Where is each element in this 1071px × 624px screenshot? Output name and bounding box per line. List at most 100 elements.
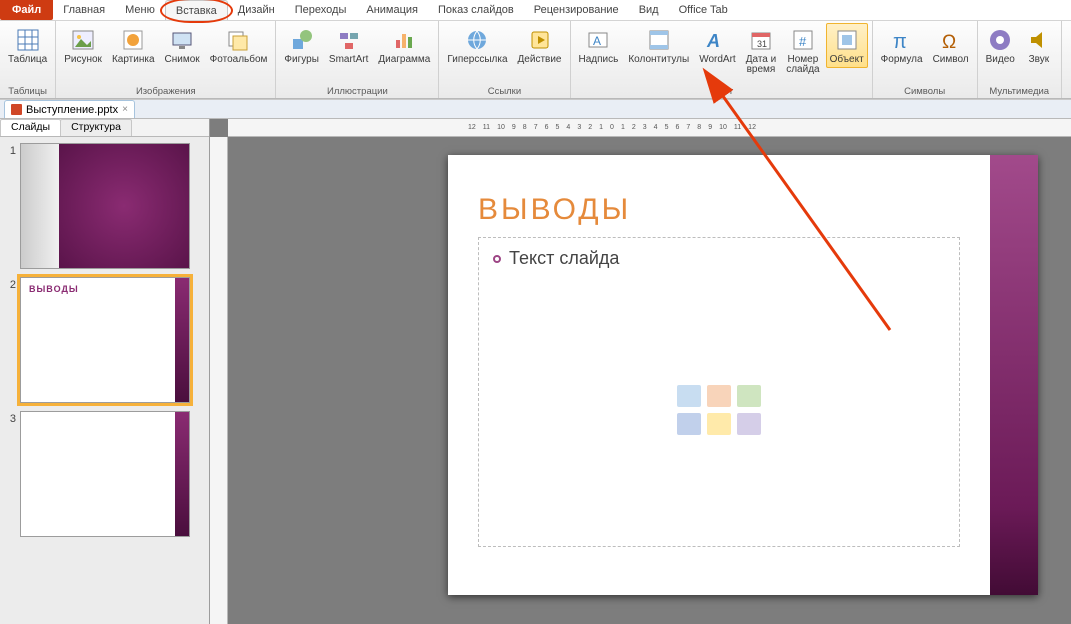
annotation-circle bbox=[160, 0, 233, 23]
panel-tab-структура[interactable]: Структура bbox=[60, 119, 132, 136]
textbox-icon: A bbox=[584, 26, 612, 54]
group-label: Символы bbox=[904, 84, 945, 98]
hyperlink-button[interactable]: Гиперссылка bbox=[443, 23, 511, 68]
hyperlink-icon bbox=[463, 26, 491, 54]
insert-picture-icon[interactable] bbox=[677, 413, 701, 435]
slide-thumbnails: 12ВЫВОДЫ3 bbox=[0, 137, 209, 624]
smartart-button-label: SmartArt bbox=[329, 55, 368, 65]
ribbon-group-изображения: РисунокКартинкаСнимокФотоальбом Изображен… bbox=[56, 21, 276, 98]
audio-icon bbox=[1025, 26, 1053, 54]
photoalbum-icon bbox=[225, 26, 253, 54]
slidenum-button-label: Номерслайда bbox=[786, 55, 819, 75]
slide-thumbnail-3[interactable] bbox=[20, 411, 190, 537]
screenshot-icon bbox=[168, 26, 196, 54]
video-button[interactable]: Видео bbox=[982, 23, 1019, 68]
panel-tab-слайды[interactable]: Слайды bbox=[0, 119, 61, 136]
tab-дизайн[interactable]: Дизайн bbox=[228, 0, 285, 20]
document-tab-bar: Выступление.pptx × bbox=[0, 99, 1071, 119]
workspace: СлайдыСтруктура 12ВЫВОДЫ3 12111098765432… bbox=[0, 119, 1071, 624]
slide-title[interactable]: Выводы bbox=[478, 193, 960, 227]
clipart-button[interactable]: Картинка bbox=[108, 23, 159, 68]
slidenum-icon: # bbox=[789, 26, 817, 54]
chart-button-label: Диаграмма bbox=[378, 55, 430, 65]
tab-рецензирование[interactable]: Рецензирование bbox=[524, 0, 629, 20]
tab-показ слайдов[interactable]: Показ слайдов bbox=[428, 0, 524, 20]
svg-text:A: A bbox=[706, 31, 720, 51]
content-placeholder-icons[interactable] bbox=[677, 385, 761, 435]
screenshot-button[interactable]: Снимок bbox=[161, 23, 204, 68]
slidenum-button[interactable]: # Номерслайда bbox=[782, 23, 823, 78]
edit-area: 1211109876543210123456789101112 Выводы Т… bbox=[210, 119, 1071, 624]
video-icon bbox=[986, 26, 1014, 54]
table-button-label: Таблица bbox=[8, 55, 47, 65]
table-button[interactable]: Таблица bbox=[4, 23, 51, 68]
tab-меню[interactable]: Меню bbox=[115, 0, 165, 20]
textbox-button-label: Надпись bbox=[579, 55, 619, 65]
insert-table-icon[interactable] bbox=[677, 385, 701, 407]
action-icon bbox=[526, 26, 554, 54]
insert-clipart-icon[interactable] bbox=[707, 413, 731, 435]
audio-button-label: Звук bbox=[1029, 55, 1050, 65]
smartart-icon bbox=[335, 26, 363, 54]
panel-tabs: СлайдыСтруктура bbox=[0, 119, 209, 137]
ruler-horizontal: 1211109876543210123456789101112 bbox=[228, 119, 1071, 137]
symbol-button[interactable]: ΩСимвол bbox=[929, 23, 973, 68]
thumb-row: 1 bbox=[6, 143, 203, 269]
object-button-label: Объект bbox=[830, 55, 864, 65]
thumb-number: 1 bbox=[6, 143, 20, 157]
clipart-icon bbox=[119, 26, 147, 54]
textbox-button[interactable]: AНадпись bbox=[575, 23, 623, 68]
ribbon-group-символы: πФормулаΩСимволСимволы bbox=[873, 21, 978, 98]
file-tab[interactable]: Файл bbox=[0, 0, 53, 20]
datetime-icon: 31 bbox=[747, 26, 775, 54]
thumb-number: 3 bbox=[6, 411, 20, 425]
tab-вставка[interactable]: Вставка bbox=[165, 0, 228, 20]
symbol-icon: Ω bbox=[937, 26, 965, 54]
equation-button[interactable]: πФормула bbox=[877, 23, 927, 68]
slide-thumbnail-2[interactable]: ВЫВОДЫ bbox=[20, 277, 190, 403]
insert-smartart-icon[interactable] bbox=[737, 385, 761, 407]
action-button-label: Действие bbox=[518, 55, 562, 65]
object-button[interactable]: Объект bbox=[826, 23, 868, 68]
picture-icon bbox=[69, 26, 97, 54]
shapes-button[interactable]: Фигуры bbox=[280, 23, 322, 68]
ribbon: ТаблицаТаблицыРисунокКартинкаСнимокФотоа… bbox=[0, 21, 1071, 99]
group-label: Иллюстрации bbox=[327, 84, 388, 98]
content-placeholder[interactable]: Текст слайда bbox=[478, 237, 960, 547]
tab-анимация[interactable]: Анимация bbox=[356, 0, 428, 20]
tab-переходы[interactable]: Переходы bbox=[285, 0, 357, 20]
equation-icon: π bbox=[888, 26, 916, 54]
shapes-button-label: Фигуры bbox=[284, 55, 318, 65]
slide-thumbnail-1[interactable] bbox=[20, 143, 190, 269]
svg-text:#: # bbox=[799, 34, 807, 49]
bullet-icon bbox=[493, 255, 501, 263]
slides-panel: СлайдыСтруктура 12ВЫВОДЫ3 bbox=[0, 119, 210, 624]
wordart-button[interactable]: AWordArt bbox=[695, 23, 740, 68]
group-label: Мультимедиа bbox=[989, 84, 1049, 98]
chart-button[interactable]: Диаграмма bbox=[374, 23, 434, 68]
audio-button[interactable]: Звук bbox=[1021, 23, 1057, 68]
headerfooter-button-label: Колонтитулы bbox=[628, 55, 689, 65]
action-button[interactable]: Действие bbox=[514, 23, 566, 68]
equation-button-label: Формула bbox=[881, 55, 923, 65]
placeholder-text: Текст слайда bbox=[509, 248, 619, 269]
video-button-label: Видео bbox=[986, 55, 1015, 65]
tab-вид[interactable]: Вид bbox=[629, 0, 669, 20]
smartart-button[interactable]: SmartArt bbox=[325, 23, 372, 68]
photoalbum-button[interactable]: Фотоальбом bbox=[206, 23, 272, 68]
ribbon-group-иллюстрации: Фигуры SmartArt Диаграмма Иллюстрации bbox=[276, 21, 439, 98]
group-label: Изображения bbox=[136, 84, 196, 98]
insert-chart-icon[interactable] bbox=[707, 385, 731, 407]
svg-text:31: 31 bbox=[757, 39, 767, 49]
document-tab[interactable]: Выступление.pptx × bbox=[4, 100, 135, 118]
slide-canvas[interactable]: Выводы Текст слайда bbox=[448, 155, 1038, 595]
tab-office tab[interactable]: Office Tab bbox=[669, 0, 738, 20]
object-icon bbox=[833, 26, 861, 54]
headerfooter-button[interactable]: Колонтитулы bbox=[624, 23, 693, 68]
close-doc-icon[interactable]: × bbox=[122, 104, 128, 115]
insert-media-icon[interactable] bbox=[737, 413, 761, 435]
picture-button[interactable]: Рисунок bbox=[60, 23, 106, 68]
group-label: Текст bbox=[709, 84, 733, 98]
tab-главная[interactable]: Главная bbox=[53, 0, 115, 20]
datetime-button[interactable]: 31Дата ивремя bbox=[742, 23, 781, 78]
